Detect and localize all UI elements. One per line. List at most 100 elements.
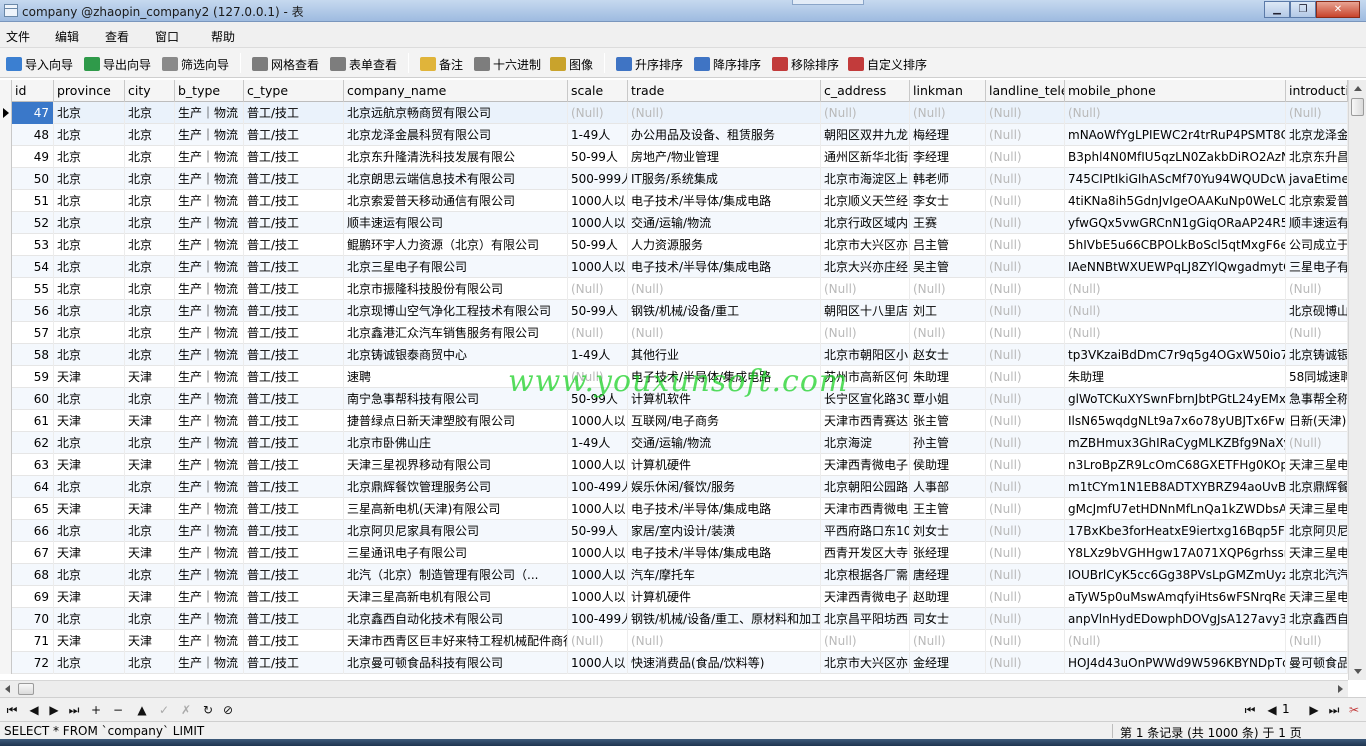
cell-company-name[interactable]: 天津市西青区巨丰好来特工程机械配件商行 <box>344 630 568 652</box>
cell-trade[interactable]: IT服务/系统集成 <box>628 168 821 190</box>
column-header-id[interactable]: id <box>12 80 54 102</box>
cell-linkman[interactable]: 梅经理 <box>910 124 986 146</box>
cell-city[interactable]: 天津 <box>125 586 175 608</box>
cell-id[interactable]: 66 <box>12 520 54 542</box>
cell-province[interactable]: 北京 <box>54 124 125 146</box>
cell-c-type[interactable]: 普工/技工 <box>244 234 344 256</box>
row-header[interactable] <box>0 146 12 168</box>
cell-id[interactable]: 48 <box>12 124 54 146</box>
cell-id[interactable]: 63 <box>12 454 54 476</box>
cell-trade[interactable]: 人力资源服务 <box>628 234 821 256</box>
cell-landline-telep[interactable]: (Null) <box>986 454 1065 476</box>
column-header-linkman[interactable]: linkman <box>910 80 986 102</box>
column-header-landline-telep[interactable]: landline_telep <box>986 80 1065 102</box>
cell-c-type[interactable]: 普工/技工 <box>244 190 344 212</box>
cell-introducti[interactable]: 北京索爱普 <box>1286 190 1348 212</box>
row-header[interactable] <box>0 278 12 300</box>
column-header-introducti[interactable]: introducti <box>1286 80 1348 102</box>
cell-c-address[interactable]: 平西府路口东10 <box>821 520 910 542</box>
row-header[interactable] <box>0 454 12 476</box>
cell-b-type[interactable]: 生产｜物流 <box>175 344 244 366</box>
cell-company-name[interactable]: 北京阿贝尼家具有限公司 <box>344 520 568 542</box>
cell-introducti[interactable]: 天津三星电 <box>1286 586 1348 608</box>
cell-landline-telep[interactable]: (Null) <box>986 498 1065 520</box>
cell-province[interactable]: 天津 <box>54 366 125 388</box>
cell-introducti[interactable]: javaEtime( <box>1286 168 1348 190</box>
table-row[interactable]: 59 天津 天津 生产｜物流 普工/技工 速聘 (Null) 电子技术/半导体/集成电路 苏州市… <box>0 366 1348 388</box>
cell-introducti[interactable]: (Null) <box>1286 102 1348 124</box>
cell-company-name[interactable]: 北京鑫西自动化技术有限公司 <box>344 608 568 630</box>
table-row[interactable]: 58 北京 北京 生产｜物流 普工/技工 北京铸诚银泰商贸中心 1-49人 其他行业 北京市朝阳… <box>0 344 1348 366</box>
cell-company-name[interactable]: 捷普绿点日新天津塑胶有限公司 <box>344 410 568 432</box>
toolbar-export-wizard-button[interactable]: 导出向导 <box>84 55 151 73</box>
cell-city[interactable]: 北京 <box>125 124 175 146</box>
cell-city[interactable]: 北京 <box>125 256 175 278</box>
cell-b-type[interactable]: 生产｜物流 <box>175 498 244 520</box>
cell-scale[interactable]: 50-99人 <box>568 388 628 410</box>
cell-trade[interactable]: 房地产/物业管理 <box>628 146 821 168</box>
cell-company-name[interactable]: 天津三星视界移动有限公司 <box>344 454 568 476</box>
toolbar-import-wizard-button[interactable]: 导入向导 <box>6 55 73 73</box>
cell-c-address[interactable]: 通州区新华北街 <box>821 146 910 168</box>
cell-province[interactable]: 北京 <box>54 146 125 168</box>
cell-introducti[interactable]: 北京龙泽金 <box>1286 124 1348 146</box>
cell-province[interactable]: 北京 <box>54 190 125 212</box>
cell-province[interactable]: 北京 <box>54 212 125 234</box>
cell-c-address[interactable]: 长宁区宣化路30 <box>821 388 910 410</box>
cell-c-address[interactable]: 朝阳区双井九龙 <box>821 124 910 146</box>
toolbar-filter-wizard-button[interactable]: 筛选向导 <box>162 55 229 73</box>
prev-page-icon[interactable]: ◀ <box>1264 702 1280 718</box>
table-row[interactable]: 68 北京 北京 生产｜物流 普工/技工 北汽（北京）制造管理有限公司（... 1000人以… <box>0 564 1348 586</box>
cell-province[interactable]: 天津 <box>54 454 125 476</box>
cell-c-address[interactable]: 北京朝阳公园路 <box>821 476 910 498</box>
cell-trade[interactable]: 家居/室内设计/装潢 <box>628 520 821 542</box>
row-header[interactable] <box>0 322 12 344</box>
cell-c-type[interactable]: 普工/技工 <box>244 102 344 124</box>
cell-city[interactable]: 北京 <box>125 212 175 234</box>
add-record-icon[interactable]: + <box>88 702 104 718</box>
cell-id[interactable]: 64 <box>12 476 54 498</box>
cell-c-type[interactable]: 普工/技工 <box>244 212 344 234</box>
cell-city[interactable]: 北京 <box>125 388 175 410</box>
cell-id[interactable]: 72 <box>12 652 54 674</box>
table-row[interactable]: 66 北京 北京 生产｜物流 普工/技工 北京阿贝尼家具有限公司 50-99人 家居/室内设计… <box>0 520 1348 542</box>
row-header[interactable] <box>0 190 12 212</box>
table-row[interactable]: 55 北京 北京 生产｜物流 普工/技工 北京市振隆科技股份有限公司 (Null) (Null… <box>0 278 1348 300</box>
cell-city[interactable]: 北京 <box>125 168 175 190</box>
table-row[interactable]: 54 北京 北京 生产｜物流 普工/技工 北京三星电子有限公司 1000人以 电子技术/半导体… <box>0 256 1348 278</box>
cell-b-type[interactable]: 生产｜物流 <box>175 256 244 278</box>
cell-id[interactable]: 70 <box>12 608 54 630</box>
cell-c-address[interactable]: 北京市海淀区上 <box>821 168 910 190</box>
cell-mobile-phone[interactable]: (Null) <box>1065 630 1286 652</box>
cell-introducti[interactable]: 北京铸诚银 <box>1286 344 1348 366</box>
cell-company-name[interactable]: 北京曼可顿食品科技有限公司 <box>344 652 568 674</box>
row-header[interactable] <box>0 300 12 322</box>
cell-scale[interactable]: (Null) <box>568 322 628 344</box>
minimize-button[interactable]: ▁ <box>1264 1 1290 18</box>
cell-c-type[interactable]: 普工/技工 <box>244 476 344 498</box>
cell-scale[interactable]: 1000人以 <box>568 212 628 234</box>
cell-scale[interactable]: 50-99人 <box>568 146 628 168</box>
toolbar-remove-sort-button[interactable]: 移除排序 <box>772 55 839 73</box>
cell-c-address[interactable]: 北京海淀 <box>821 432 910 454</box>
toolbar-memo-button[interactable]: 备注 <box>420 55 463 73</box>
cell-c-type[interactable]: 普工/技工 <box>244 366 344 388</box>
horizontal-scrollbar[interactable] <box>0 680 1348 697</box>
last-page-icon[interactable]: ⏭ <box>1326 702 1342 718</box>
cell-c-type[interactable]: 普工/技工 <box>244 542 344 564</box>
cell-trade[interactable]: 钢铁/机械/设备/重工、原材料和加工 <box>628 608 821 630</box>
cell-mobile-phone[interactable]: 17BxKbe3forHeatxE9iertxg16Bqp5F2 <box>1065 520 1286 542</box>
cell-company-name[interactable]: 北京索爱普天移动通信有限公司 <box>344 190 568 212</box>
cell-id[interactable]: 67 <box>12 542 54 564</box>
cell-trade[interactable]: 娱乐休闲/餐饮/服务 <box>628 476 821 498</box>
close-button[interactable]: ✕ <box>1316 1 1360 18</box>
cell-landline-telep[interactable]: (Null) <box>986 388 1065 410</box>
toolbar-form-view-button[interactable]: 表单查看 <box>330 55 397 73</box>
cell-landline-telep[interactable]: (Null) <box>986 212 1065 234</box>
cell-linkman[interactable]: 王主管 <box>910 498 986 520</box>
cell-linkman[interactable]: 赵助理 <box>910 586 986 608</box>
cell-landline-telep[interactable]: (Null) <box>986 520 1065 542</box>
cell-province[interactable]: 北京 <box>54 608 125 630</box>
cell-province[interactable]: 北京 <box>54 388 125 410</box>
cell-c-address[interactable]: (Null) <box>821 630 910 652</box>
